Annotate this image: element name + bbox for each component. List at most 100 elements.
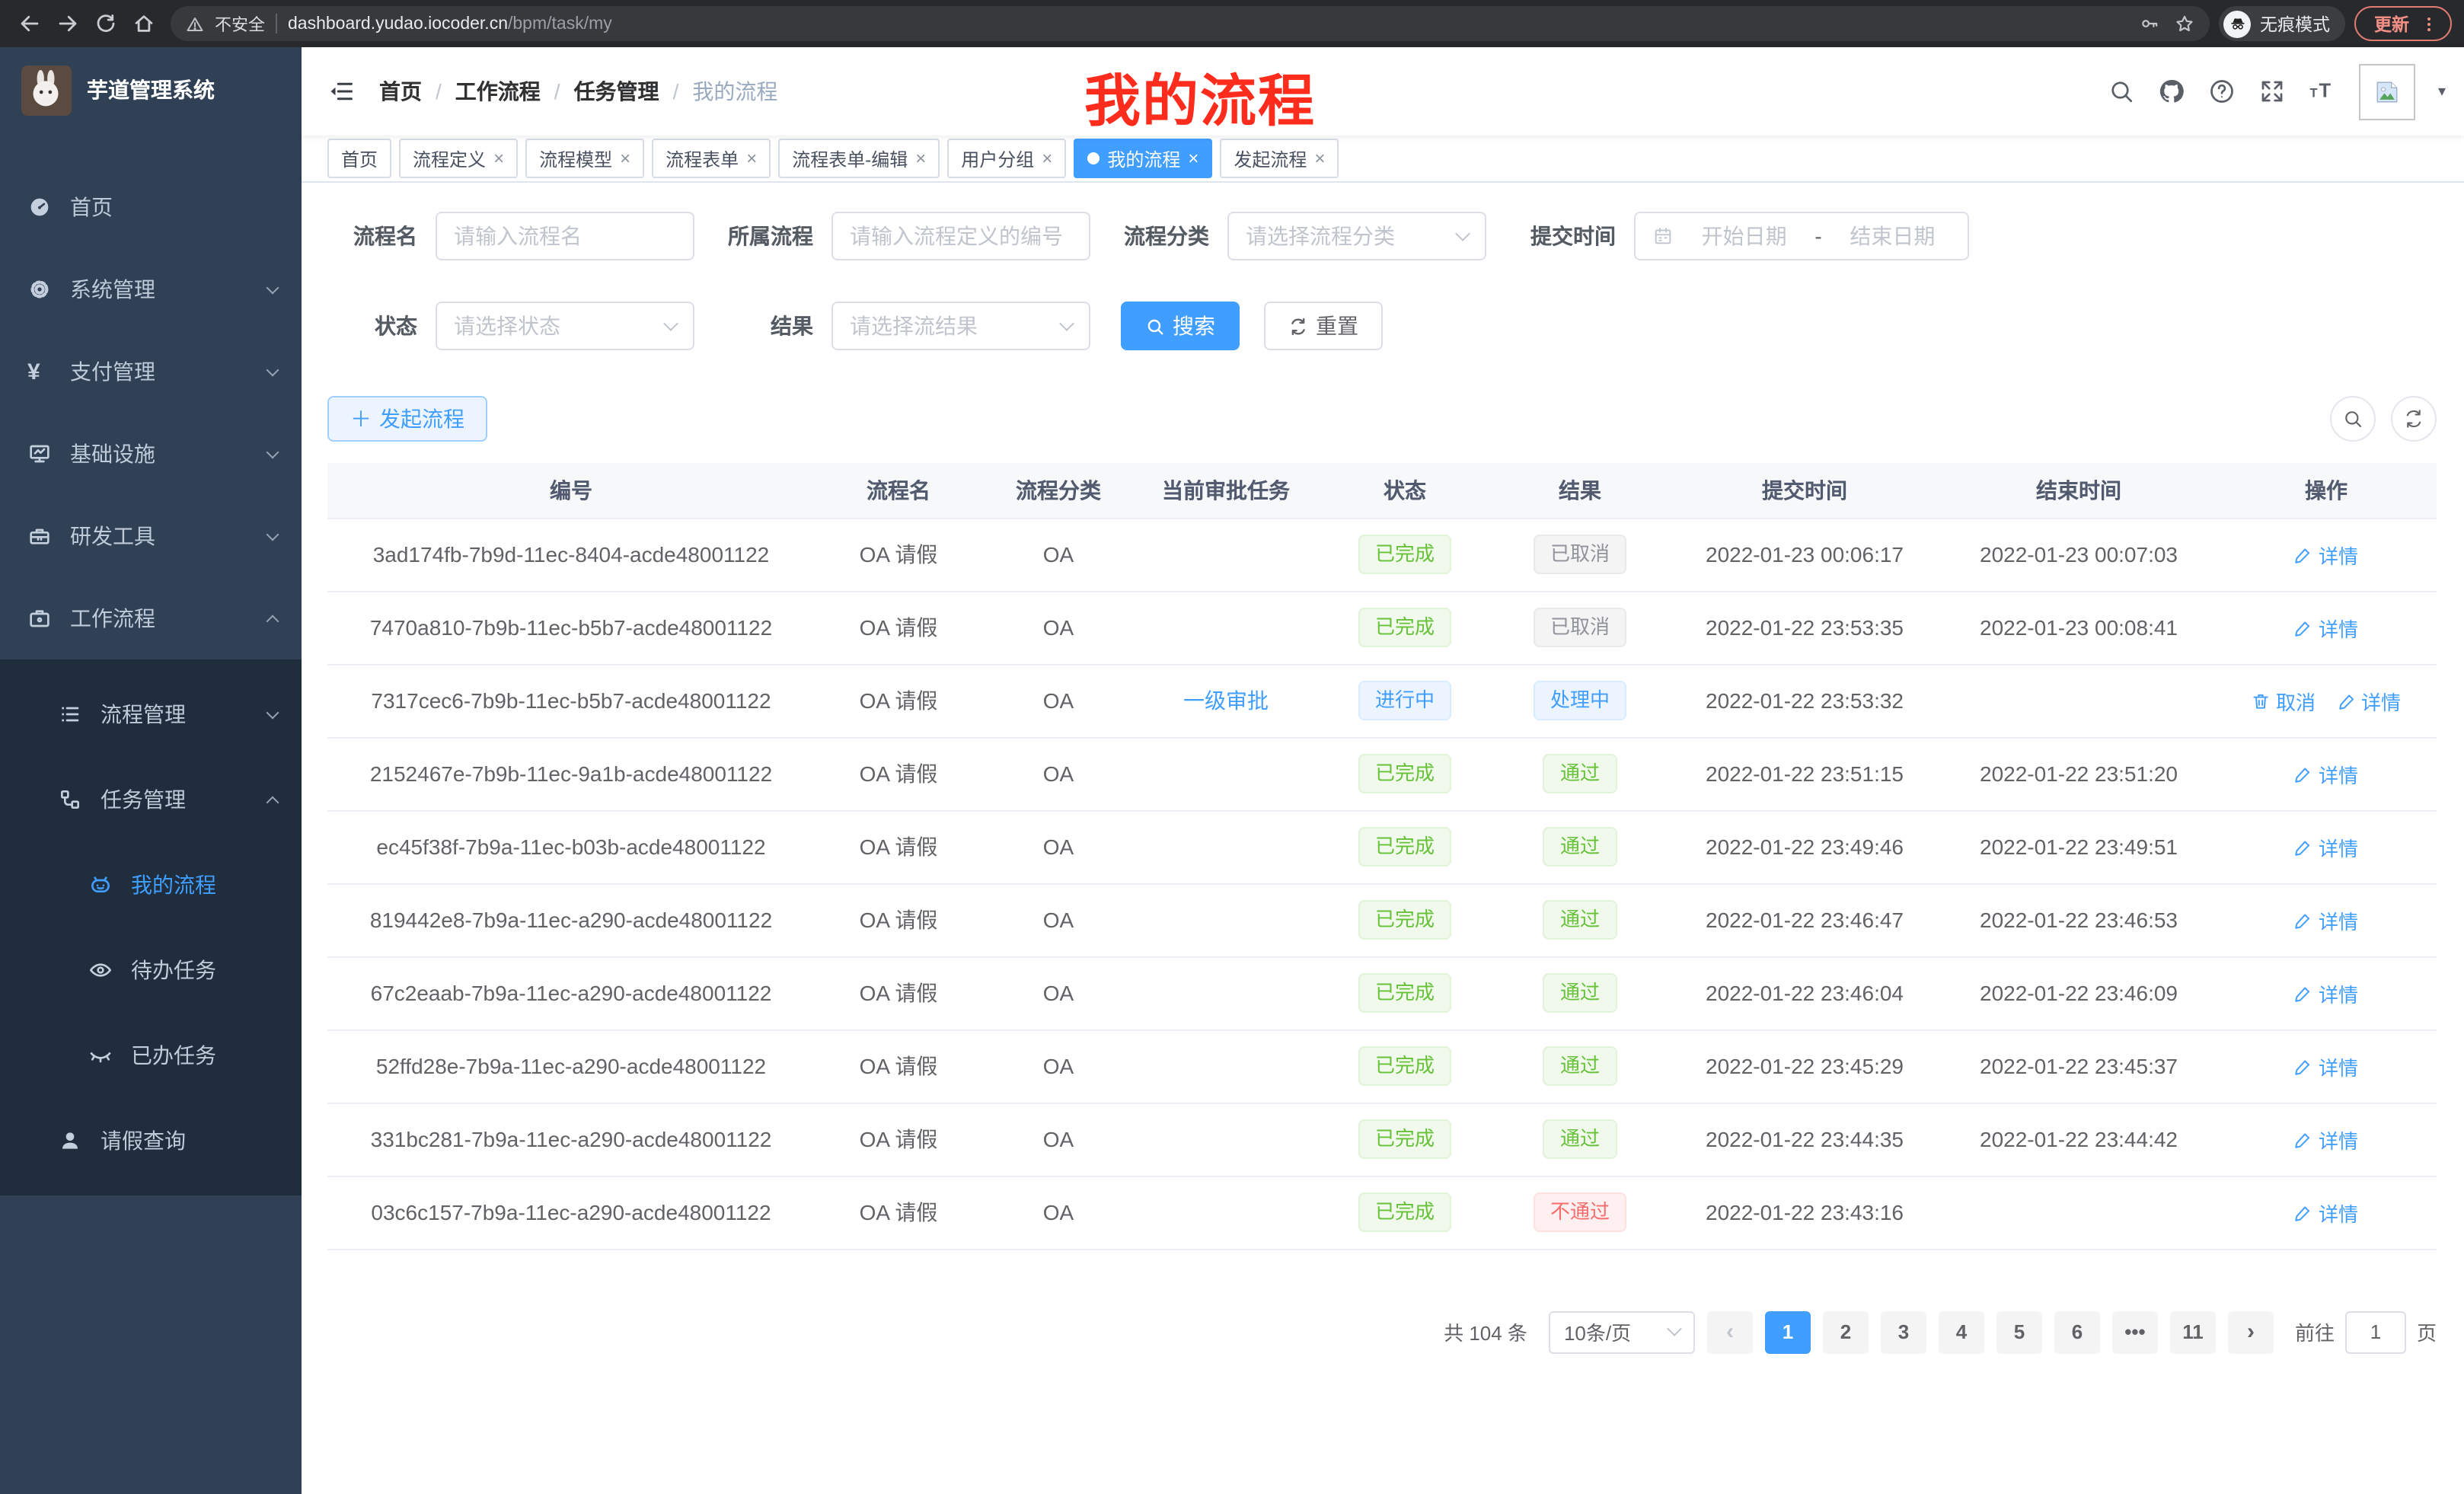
tag-tabs-bar: 首页 流程定义× 流程模型× 流程表单× 流程表单-编辑× 用户分组× 我的流程… — [302, 136, 2464, 183]
detail-link[interactable]: 详情 — [2294, 1125, 2358, 1154]
github-icon[interactable] — [2158, 78, 2185, 105]
detail-link[interactable]: 详情 — [2294, 540, 2358, 569]
next-page-button[interactable]: › — [2228, 1310, 2274, 1353]
browser-menu-icon[interactable] — [2420, 14, 2438, 33]
sidebar-item-payment[interactable]: ¥ 支付管理 — [0, 330, 302, 413]
password-key-icon[interactable] — [2140, 14, 2159, 34]
close-icon[interactable]: × — [746, 149, 757, 168]
table-row: 2152467e-7b9b-11ec-9a1b-acde48001122 OA … — [327, 737, 2437, 810]
home-icon[interactable] — [132, 12, 155, 35]
detail-link[interactable]: 详情 — [2294, 832, 2358, 861]
end-date-placeholder[interactable]: 结束日期 — [1834, 221, 1951, 251]
page-button-2[interactable]: 2 — [1823, 1310, 1869, 1353]
update-label[interactable]: 更新 — [2374, 11, 2409, 36]
close-icon[interactable]: × — [915, 149, 926, 168]
cell-submit-time: 2022-01-22 23:45:29 — [1668, 1030, 1942, 1103]
close-icon[interactable]: × — [1188, 149, 1198, 168]
detail-link[interactable]: 详情 — [2294, 759, 2358, 788]
page-button-4[interactable]: 4 — [1939, 1310, 1984, 1353]
page-content: 流程名 所属流程 流程分类 请选择流程分类 提交时间 开始日期 — [302, 183, 2464, 1494]
goto-page-input[interactable] — [2345, 1310, 2406, 1353]
forward-icon[interactable] — [56, 12, 79, 35]
start-date-placeholder[interactable]: 开始日期 — [1686, 221, 1802, 251]
close-icon[interactable]: × — [493, 149, 504, 168]
detail-link[interactable]: 详情 — [2294, 613, 2358, 642]
reset-button[interactable]: 重置 — [1264, 302, 1383, 350]
tab-start-process[interactable]: 发起流程× — [1220, 139, 1339, 178]
close-icon[interactable]: × — [620, 149, 630, 168]
detail-link[interactable]: 详情 — [2337, 686, 2401, 715]
cell-end-time: 2022-01-22 23:46:09 — [1942, 956, 2216, 1030]
page-size-select[interactable]: 10条/页 — [1549, 1310, 1695, 1353]
address-bar[interactable]: 不安全 dashboard.yudao.iocoder.cn/bpm/task/… — [171, 6, 2210, 41]
detail-link[interactable]: 详情 — [2294, 978, 2358, 1007]
result-badge: 已取消 — [1534, 535, 1626, 574]
result-select[interactable]: 请选择流结果 — [831, 302, 1090, 350]
sidebar-item-infrastructure[interactable]: 基础设施 — [0, 413, 302, 495]
refresh-table-button[interactable] — [2391, 396, 2437, 442]
sidebar-fold-icon[interactable] — [327, 78, 355, 105]
bookmark-star-icon[interactable] — [2175, 14, 2194, 34]
breadcrumb-task-management[interactable]: 任务管理 — [574, 76, 659, 107]
search-button[interactable]: 搜索 — [1121, 302, 1240, 350]
process-name-input[interactable] — [436, 212, 694, 260]
sidebar-item-task-management[interactable]: 任务管理 — [0, 757, 302, 842]
page-button-1[interactable]: 1 — [1765, 1310, 1811, 1353]
tab-process-form[interactable]: 流程表单× — [652, 139, 771, 178]
update-chip[interactable]: 更新 — [2354, 6, 2452, 41]
avatar[interactable] — [2359, 63, 2415, 120]
sidebar-item-workflow[interactable]: 工作流程 — [0, 577, 302, 659]
font-size-icon[interactable]: TT — [2309, 78, 2336, 105]
avatar-caret-icon[interactable]: ▾ — [2438, 83, 2446, 100]
sidebar-item-leave-query[interactable]: 请假查询 — [0, 1098, 302, 1183]
status-badge: 已完成 — [1358, 1119, 1451, 1159]
cell-id: 331bc281-7b9a-11ec-a290-acde48001122 — [327, 1103, 815, 1176]
sidebar-item-my-process[interactable]: 我的流程 — [0, 842, 302, 927]
status-select[interactable]: 请选择状态 — [436, 302, 694, 350]
tab-home[interactable]: 首页 — [327, 139, 391, 178]
sidebar-item-system[interactable]: 系统管理 — [0, 248, 302, 330]
edit-pencil-icon — [2294, 910, 2314, 930]
page-button-3[interactable]: 3 — [1881, 1310, 1926, 1353]
sidebar-item-process-management[interactable]: 流程管理 — [0, 672, 302, 757]
breadcrumb-workflow[interactable]: 工作流程 — [455, 76, 541, 107]
sidebar-item-todo-tasks[interactable]: 待办任务 — [0, 927, 302, 1013]
close-icon[interactable]: × — [1042, 149, 1052, 168]
cell-submit-time: 2022-01-22 23:43:16 — [1668, 1176, 1942, 1249]
not-secure-icon[interactable] — [186, 14, 204, 33]
detail-link[interactable]: 详情 — [2294, 905, 2358, 934]
detail-link[interactable]: 详情 — [2294, 1198, 2358, 1227]
not-secure-label[interactable]: 不安全 — [215, 11, 265, 36]
reload-icon[interactable] — [94, 12, 117, 35]
page-button-6[interactable]: 6 — [2054, 1310, 2100, 1353]
sidebar-item-done-tasks[interactable]: 已办任务 — [0, 1013, 302, 1098]
close-icon[interactable]: × — [1314, 149, 1325, 168]
tab-process-definition[interactable]: 流程定义× — [399, 139, 518, 178]
back-icon[interactable] — [18, 12, 41, 35]
app-logo-row[interactable]: 芋道管理系统 — [0, 47, 302, 132]
fullscreen-icon[interactable] — [2258, 78, 2286, 105]
sidebar-item-devtools[interactable]: 研发工具 — [0, 495, 302, 577]
submit-time-range-picker[interactable]: 开始日期 - 结束日期 — [1634, 212, 1969, 260]
cancel-link[interactable]: 取消 — [2252, 686, 2316, 715]
prev-page-button[interactable]: ‹ — [1707, 1310, 1753, 1353]
page-ellipsis[interactable]: ••• — [2112, 1310, 2158, 1353]
tab-user-group[interactable]: 用户分组× — [947, 139, 1066, 178]
page-button-5[interactable]: 5 — [1996, 1310, 2042, 1353]
breadcrumb-home[interactable]: 首页 — [379, 76, 422, 107]
help-icon[interactable] — [2208, 78, 2236, 105]
tab-my-process[interactable]: 我的流程× — [1074, 139, 1212, 178]
tab-process-model[interactable]: 流程模型× — [525, 139, 644, 178]
tab-process-form-edit[interactable]: 流程表单-编辑× — [778, 139, 940, 178]
sidebar-item-home[interactable]: 首页 — [0, 166, 302, 248]
start-process-button[interactable]: ＋发起流程 — [327, 396, 487, 442]
page-button-11[interactable]: 11 — [2170, 1310, 2216, 1353]
toggle-search-button[interactable] — [2330, 396, 2376, 442]
detail-link[interactable]: 详情 — [2294, 1052, 2358, 1081]
cell-id: 7317cec6-7b9b-11ec-b5b7-acde48001122 — [327, 664, 815, 737]
process-definition-input[interactable] — [831, 212, 1090, 260]
url-text[interactable]: dashboard.yudao.iocoder.cn/bpm/task/my — [288, 14, 612, 33]
category-select[interactable]: 请选择流程分类 — [1227, 212, 1486, 260]
search-icon[interactable] — [2108, 78, 2135, 105]
current-task-link[interactable]: 一级审批 — [1183, 688, 1269, 713]
